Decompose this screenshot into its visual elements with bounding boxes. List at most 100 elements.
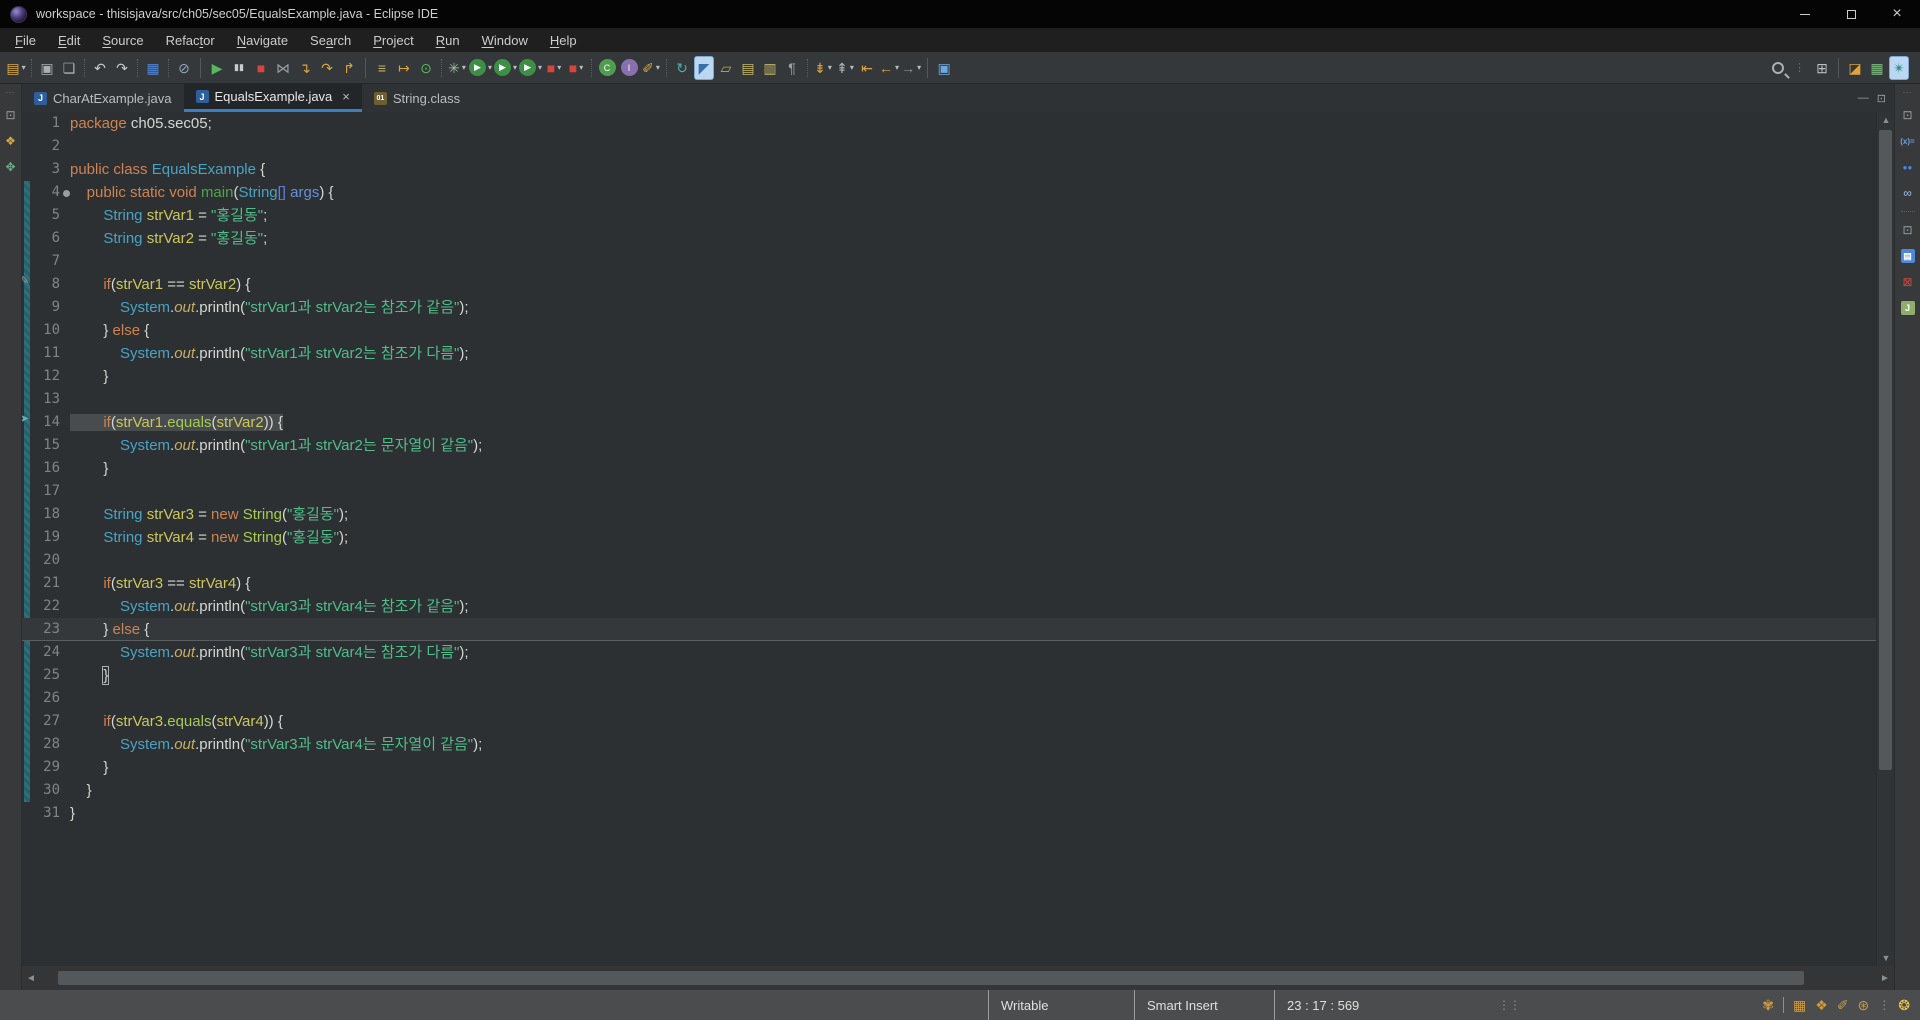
run-to-line-button[interactable]: ↦ (394, 56, 414, 80)
profile-button[interactable]: ■ ▾ (544, 56, 564, 80)
run-button[interactable]: ▶ ▾ (494, 56, 517, 80)
search-button[interactable] (1768, 56, 1788, 80)
code-line-20[interactable]: 20 (22, 549, 1876, 572)
code-line-10[interactable]: 10 } else { (22, 319, 1876, 342)
menu-search[interactable]: Se a rch (299, 28, 362, 52)
junit-button[interactable]: J (1899, 299, 1917, 317)
back-button[interactable]: ← ▾ (879, 56, 899, 80)
horizontal-scrollbar[interactable]: ◄ ► (22, 966, 1894, 990)
menu-source[interactable]: Source (91, 28, 154, 52)
expressions-button[interactable]: ∞ (1899, 184, 1917, 202)
graduation-cap-button[interactable]: ❖ (1815, 998, 1828, 1012)
maximize-view-button[interactable]: ⊡ (1877, 92, 1886, 105)
breakpoints-button[interactable]: ●● (1899, 158, 1917, 176)
help-wheel-button[interactable]: ⊛ (1858, 998, 1870, 1012)
fold-marker-icon[interactable] (63, 190, 70, 197)
stop-button[interactable]: ■ ▾ (566, 56, 586, 80)
menu-file[interactable]: File (4, 28, 47, 52)
external-tools-button[interactable]: ✐ ▾ (641, 56, 661, 80)
menu-window[interactable]: Window (471, 28, 539, 52)
step-over-button[interactable]: ↷ (317, 56, 337, 80)
code-line-16[interactable]: 16 } (22, 457, 1876, 480)
code-line-17[interactable]: 17 (22, 480, 1876, 503)
code-line-21[interactable]: 21 if(strVar3 == strVar4) { (22, 572, 1876, 595)
skip-all-breakpoints-button[interactable]: ⊘ (174, 56, 194, 80)
tab-equalsexample-java[interactable]: J EqualsExample.java × (183, 84, 362, 112)
code-line-19[interactable]: 19 String strVar4 = new String("홍길동"); (22, 526, 1876, 549)
code-line-22[interactable]: 22 System.out.println("strVar3과 strVar4는… (22, 595, 1876, 618)
code-line-24[interactable]: 24 System.out.println("strVar3과 strVar4는… (22, 641, 1876, 664)
refresh-button[interactable]: ↻ (672, 56, 692, 80)
map-button[interactable]: ▦ (1793, 998, 1806, 1012)
code-editor[interactable]: 1 package ch05.sec05; 2 3 public class Equal… (22, 112, 1894, 966)
menu-run[interactable]: Run (425, 28, 471, 52)
save-all-button[interactable]: ❏ (59, 56, 79, 80)
previous-annotation-button[interactable]: ⇞ ▾ (835, 56, 855, 80)
tab-string-class[interactable]: 01 String.class (362, 84, 472, 112)
code-line-13[interactable]: 13 (22, 388, 1876, 411)
new-wizard-button[interactable]: ▤ ▾ (6, 56, 26, 80)
menu-edit[interactable]: Edit (47, 28, 91, 52)
code-line-5[interactable]: 5 String strVar1 = "홍길동"; (22, 204, 1876, 227)
code-line-2[interactable]: 2 (22, 135, 1876, 158)
code-line-25[interactable]: 25 } (22, 664, 1876, 687)
open-perspective-button[interactable]: ⊞ (1812, 56, 1832, 80)
save-button[interactable]: ▣ (37, 56, 57, 80)
maximize-button[interactable] (1828, 0, 1874, 28)
devstyle-button[interactable]: ◤ (694, 55, 715, 80)
resume-button[interactable]: ▶ (207, 56, 227, 80)
templates-button[interactable]: ▥ (760, 56, 780, 80)
horizontal-scroll-thumb[interactable] (58, 971, 1804, 985)
show-whitespace-button[interactable]: ¶ (782, 56, 802, 80)
show-source-button[interactable]: ▤ (738, 56, 758, 80)
perspective-devstyle-button[interactable]: ◪ (1845, 56, 1865, 80)
scroll-down-arrow[interactable]: ▼ (1877, 950, 1894, 966)
lightbulb-button[interactable]: ❂ (1898, 998, 1910, 1012)
terminate-all-button[interactable]: ⊙ (416, 56, 436, 80)
variables-button[interactable]: (x)= (1899, 132, 1917, 150)
vertical-scroll-thumb[interactable] (1879, 130, 1892, 770)
tab-charatexample-java[interactable]: J CharAtExample.java (22, 84, 184, 112)
use-step-filters-button[interactable]: ≡ (372, 56, 392, 80)
code-line-27[interactable]: 27 if(strVar3.equals(strVar4)) { (22, 710, 1876, 733)
terminate-button[interactable]: ■ (251, 56, 271, 80)
redo-button[interactable]: ↷ (112, 56, 132, 80)
open-resource-button[interactable]: ▱ (716, 56, 736, 80)
outline-button[interactable]: ✥ (2, 158, 20, 176)
step-into-button[interactable]: ↴ (295, 56, 315, 80)
new-java-interface-button[interactable]: I (619, 56, 639, 80)
forward-button[interactable]: → ▾ (901, 56, 921, 80)
code-line-26[interactable]: 26 (22, 687, 1876, 710)
scroll-right-arrow[interactable]: ► (1876, 973, 1894, 984)
minimize-view-button[interactable]: — (1858, 92, 1869, 104)
disconnect-button[interactable]: ⋈ (273, 56, 293, 80)
code-line-23[interactable]: 23 } else { (22, 618, 1876, 641)
code-line-31[interactable]: 31} (22, 802, 1876, 825)
scroll-left-arrow[interactable]: ◄ (22, 973, 40, 984)
code-line-14[interactable]: ➤ 14 if(strVar1.equals(strVar2)) { (22, 411, 1876, 434)
horizontal-scroll-track[interactable] (42, 971, 1874, 985)
code-line-8[interactable]: ✎ 8 if(strVar1 == strVar2) { (22, 273, 1876, 296)
perspective-resource-button[interactable]: ▦ (1867, 56, 1887, 80)
pin-editor-button[interactable]: ▣ (934, 56, 954, 80)
coverage-button[interactable]: ▶ ▾ (519, 56, 542, 80)
restore-views-button[interactable]: ⊡ (2, 106, 20, 124)
code-line-30[interactable]: 30 } (22, 779, 1876, 802)
magic-wand-button[interactable]: ✐ (1837, 998, 1849, 1012)
hand-button[interactable]: ✾ (1762, 998, 1774, 1012)
new-java-class-button[interactable]: C (597, 56, 617, 80)
menu-help[interactable]: Help (539, 28, 588, 52)
new-launch-config-button[interactable]: ✳ ▾ (447, 56, 467, 80)
menu-navigate[interactable]: Navigate (226, 28, 299, 52)
perspective-java-button[interactable]: ✴ (1889, 55, 1909, 80)
code-line-18[interactable]: 18 String strVar3 = new String("홍길동"); (22, 503, 1876, 526)
code-line-3[interactable]: 3 public class EqualsExample { (22, 158, 1876, 181)
restore-views-button[interactable]: ⊡ (1899, 106, 1917, 124)
code-line-6[interactable]: 6 String strVar2 = "홍길동"; (22, 227, 1876, 250)
close-button[interactable]: × (1874, 0, 1920, 28)
last-edit-location-button[interactable]: ⇤ (857, 56, 877, 80)
code-line-28[interactable]: 28 System.out.println("strVar3과 strVar4는… (22, 733, 1876, 756)
menu-refactor[interactable]: Refac t or (155, 28, 226, 52)
code-line-15[interactable]: 15 System.out.println("strVar1과 strVar2는… (22, 434, 1876, 457)
open-console-button[interactable]: ▦ (143, 56, 163, 80)
